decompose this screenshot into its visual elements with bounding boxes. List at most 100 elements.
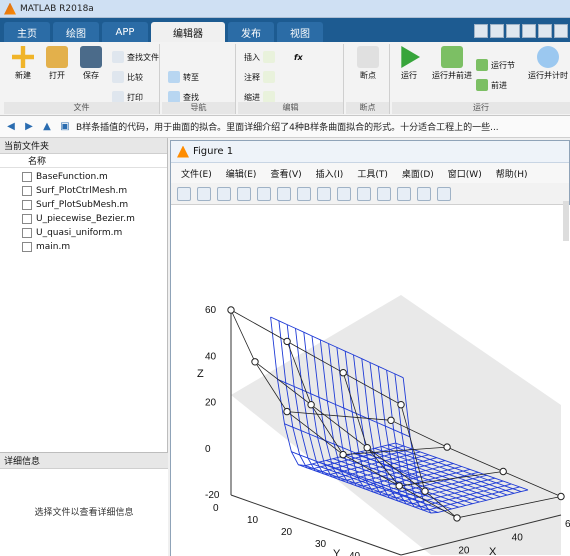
forward-icon[interactable]: ▶ [22,121,36,133]
breakpoint-icon [357,46,379,68]
figure-scroll-indicator[interactable] [563,201,569,241]
pan-icon[interactable] [317,186,331,201]
rotate-icon[interactable] [337,186,351,201]
figure-toolbar [171,183,569,205]
z-tick-label: 0 [205,444,211,455]
breakpoint-label: 断点 [360,71,376,80]
compare-label: 比较 [127,72,143,82]
menu-view[interactable]: 查看(V) [270,167,301,180]
ribbon: 新建 打开 保存 查找文件 比较 打印 文件 转至 查找 导航 插入 注释 缩进… [0,42,570,116]
comment-button[interactable]: 注释 [244,70,275,84]
tab-app[interactable]: APP [102,22,148,42]
ribbon-group-run-title: 运行 [392,102,570,114]
tab-publish[interactable]: 发布 [228,22,274,42]
tab-view[interactable]: 视图 [277,22,323,42]
zoom-in-icon[interactable] [277,186,291,201]
open-button[interactable]: 打开 [40,46,74,100]
file-item[interactable]: U_quasi_uniform.m [22,226,167,240]
advance-button[interactable]: 前进 [476,78,507,92]
tab-plot[interactable]: 绘图 [53,22,99,42]
tab-home[interactable]: 主页 [4,22,50,42]
datacursor-icon[interactable] [357,186,371,201]
colorbar-icon[interactable] [417,186,431,201]
comment-label: 注释 [244,72,260,82]
up-folder-icon[interactable]: ▲ [40,121,54,133]
y-tick-label: 30 [315,539,327,550]
ribbon-group-breakpoint: 断点 断点 [346,44,390,114]
plot-area: -200204060010203040500204060 Z Y X [171,205,570,556]
run-button[interactable]: 运行 [392,46,426,100]
browse-folder-icon[interactable]: ▣ [58,121,72,133]
paste-quick-icon[interactable] [522,24,536,38]
file-item[interactable]: main.m [22,240,167,254]
file-name: U_quasi_uniform.m [36,228,123,238]
run-timed-label: 运行并计时 [528,71,568,80]
insert-button[interactable]: 插入 [244,50,275,64]
new-figure-icon[interactable] [177,186,191,201]
back-icon[interactable]: ◀ [4,121,18,133]
find-file-button[interactable]: 查找文件 [112,50,159,64]
print-figure-icon[interactable] [237,186,251,201]
menu-tools[interactable]: 工具(T) [357,167,388,180]
z-tick-label: -20 [205,490,220,501]
run-timed-button[interactable]: 运行并计时 [526,46,570,100]
zoom-out-icon[interactable] [297,186,311,201]
menu-window[interactable]: 窗口(W) [448,167,482,180]
y-axis-label: Y [333,548,341,556]
legend-icon[interactable] [437,186,451,201]
comment-icon [263,71,275,83]
tab-editor[interactable]: 编辑器 [151,22,225,42]
find-label: 查找 [183,92,199,102]
z-tick-label: 20 [205,398,217,409]
open-figure-icon[interactable] [197,186,211,201]
file-name: Surf_PlotSubMesh.m [36,200,129,210]
cut-quick-icon[interactable] [490,24,504,38]
save-figure-icon[interactable] [217,186,231,201]
copy-quick-icon[interactable] [506,24,520,38]
run-advance-icon [441,46,463,68]
menu-file[interactable]: 文件(E) [181,167,212,180]
compare-button[interactable]: 比较 [112,70,143,84]
file-name: BaseFunction.m [36,172,108,182]
control-point [339,369,347,377]
save-quick-icon[interactable] [474,24,488,38]
ribbon-group-file: 新建 打开 保存 查找文件 比较 打印 文件 [4,44,160,114]
ribbon-group-file-title: 文件 [4,102,159,114]
menu-insert[interactable]: 插入(I) [316,167,344,180]
pointer-icon[interactable] [257,186,271,201]
breakpoint-button[interactable]: 断点 [351,46,385,100]
file-item[interactable]: U_piecewise_Bezier.m [22,212,167,226]
goto-label: 转至 [183,72,199,82]
run-section-button[interactable]: 运行节 [476,58,515,72]
insert-label: 插入 [244,52,260,62]
find-file-icon [112,51,124,63]
link-icon[interactable] [397,186,411,201]
m-file-icon [22,242,32,252]
save-label: 保存 [83,71,99,80]
file-item[interactable]: BaseFunction.m [22,170,167,184]
goto-button[interactable]: 转至 [168,70,199,84]
file-item[interactable]: Surf_PlotCtrlMesh.m [22,184,167,198]
goto-icon [168,71,180,83]
redo-quick-icon[interactable] [554,24,568,38]
menu-edit[interactable]: 编辑(E) [226,167,257,180]
figure-title-bar: Figure 1 [171,141,569,163]
save-button[interactable]: 保存 [74,46,108,100]
new-button[interactable]: 新建 [6,46,40,100]
undo-quick-icon[interactable] [538,24,552,38]
file-item[interactable]: Surf_PlotSubMesh.m [22,198,167,212]
menu-desktop[interactable]: 桌面(D) [402,167,434,180]
control-point [443,443,451,451]
insert-icon [263,51,275,63]
run-icon [401,46,420,68]
window-title: MATLAB R2018a [20,3,94,14]
z-tick-label: 60 [205,305,217,316]
y-tick-label: 20 [281,527,293,538]
control-point [339,450,347,459]
brush-icon[interactable] [377,186,391,201]
run-advance-button[interactable]: 运行并前进 [430,46,474,100]
x-tick-label: 60 [565,519,570,530]
menu-help[interactable]: 帮助(H) [496,167,528,180]
fx-button[interactable]: fx [294,50,303,64]
name-column-header[interactable]: 名称 [0,154,167,168]
